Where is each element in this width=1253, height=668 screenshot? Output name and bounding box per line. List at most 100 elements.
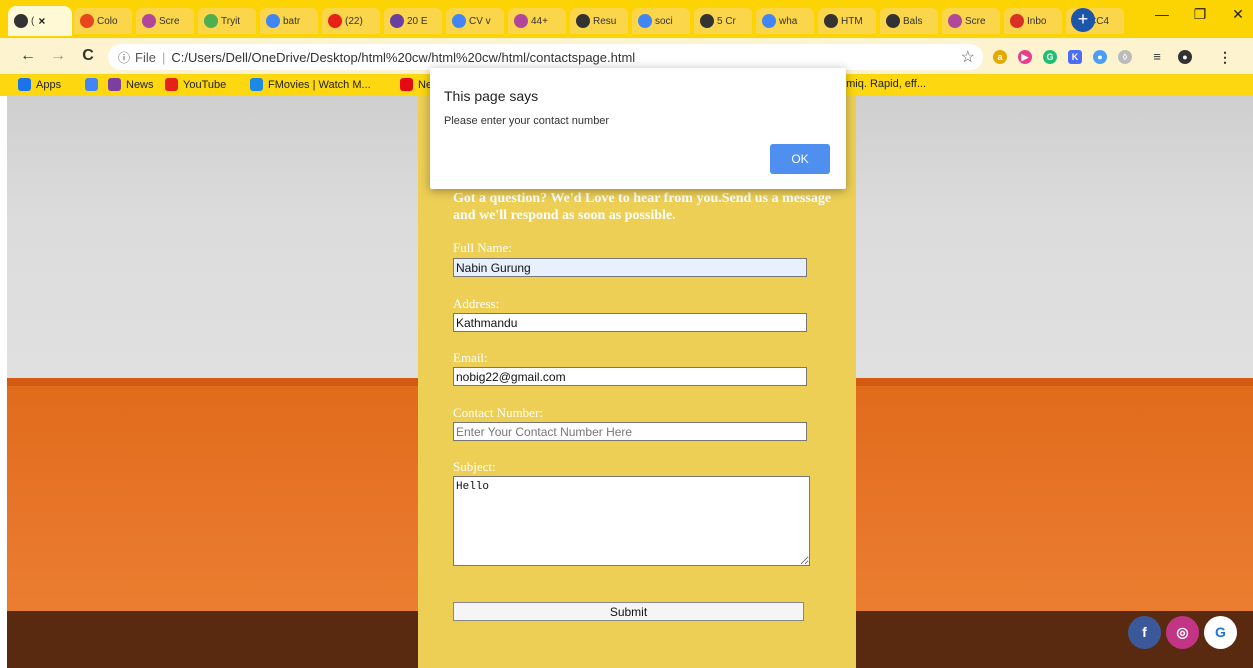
tab-favicon-icon: [328, 14, 342, 28]
tab-favicon-icon: [204, 14, 218, 28]
browser-tab[interactable]: 20 E: [384, 8, 442, 34]
dialog-title: This page says: [444, 88, 539, 104]
bookmark-star-icon[interactable]: ☆: [961, 47, 975, 67]
browser-tab[interactable]: HTM: [818, 8, 876, 34]
tab-favicon-icon: [266, 14, 280, 28]
tab-label: 44+: [531, 15, 548, 27]
tab-favicon-icon: [452, 14, 466, 28]
tab-favicon-icon: [14, 14, 28, 28]
tab-favicon-icon: [514, 14, 528, 28]
contact-number-input[interactable]: [453, 422, 807, 441]
tab-label: 5 Cr: [717, 15, 736, 27]
bookmark-label: YouTube: [183, 78, 227, 91]
tab-label: wha: [779, 15, 798, 27]
extension-icon[interactable]: ▶: [1018, 50, 1032, 64]
browser-tab[interactable]: (22): [322, 8, 380, 34]
bookmark-item[interactable]: Apps: [18, 78, 61, 91]
tab-label: 20 E: [407, 15, 428, 27]
browser-tab[interactable]: CV v: [446, 8, 504, 34]
tab-favicon-icon: [142, 14, 156, 28]
browser-tab[interactable]: Scre: [942, 8, 1000, 34]
tab-label: soci: [655, 15, 673, 27]
extension-icon[interactable]: K: [1068, 50, 1082, 64]
browser-tab[interactable]: Tryit: [198, 8, 256, 34]
facebook-icon[interactable]: f: [1128, 616, 1161, 649]
bookmark-favicon-icon: [250, 78, 263, 91]
minimize-icon[interactable]: —: [1148, 6, 1176, 22]
back-arrow-icon[interactable]: ←: [18, 46, 38, 66]
tab-label: Scre: [965, 15, 986, 27]
extension-icon[interactable]: a: [993, 50, 1007, 64]
tab-label: Resu: [593, 15, 617, 27]
bookmark-item[interactable]: [85, 78, 103, 91]
menu-kebab-icon[interactable]: ⋮: [1218, 50, 1232, 64]
bookmark-label: Apps: [36, 78, 62, 91]
reading-list-icon[interactable]: ≡: [1150, 50, 1164, 64]
bookmark-item[interactable]: YouTube: [165, 78, 226, 91]
browser-tab[interactable]: Scre: [136, 8, 194, 34]
tab-label: Tryit: [221, 15, 241, 27]
extension-icon[interactable]: ◊: [1118, 50, 1132, 64]
browser-tab[interactable]: batr: [260, 8, 318, 34]
bookmark-favicon-icon: [18, 78, 31, 91]
profile-avatar[interactable]: ●: [1178, 50, 1192, 64]
full-name-input[interactable]: [453, 258, 807, 277]
tab-favicon-icon: [762, 14, 776, 28]
browser-tab[interactable]: Inbo: [1004, 8, 1062, 34]
tab-label: (22): [345, 15, 363, 27]
email-input[interactable]: [453, 367, 807, 386]
tab-favicon-icon: [576, 14, 590, 28]
tab-strip: ( × Colo Scre Tryit batr (22) 20 E CV v 44+ Resu s…: [0, 0, 1253, 38]
forward-arrow-icon[interactable]: →: [48, 46, 68, 66]
address-bar[interactable]: ⓘ File | C:/Users/Dell/OneDrive/Desktop/…: [108, 44, 983, 70]
browser-tab[interactable]: Colo: [74, 8, 132, 34]
new-tab-button[interactable]: +: [1071, 8, 1095, 32]
tab-label: HTM: [841, 15, 863, 27]
tab-label: (: [31, 15, 35, 27]
bookmark-favicon-icon: [165, 78, 178, 91]
address-input[interactable]: [453, 313, 807, 332]
tab-favicon-icon: [390, 14, 404, 28]
bookmark-item[interactable]: FMovies | Watch M...: [250, 78, 371, 91]
browser-tab[interactable]: 44+: [508, 8, 566, 34]
tab-favicon-icon: [638, 14, 652, 28]
info-icon[interactable]: ⓘ: [118, 49, 130, 66]
tab-favicon-icon: [824, 14, 838, 28]
contact-number-label: Contact Number:: [453, 405, 543, 420]
tab-label: Inbo: [1027, 15, 1047, 27]
bookmark-label: FMovies | Watch M...: [268, 78, 371, 91]
browser-tab-active[interactable]: ( ×: [8, 6, 72, 36]
browser-tab[interactable]: soci: [632, 8, 690, 34]
close-window-icon[interactable]: ✕: [1224, 6, 1252, 23]
bookmark-favicon-icon: [85, 78, 98, 91]
subject-textarea[interactable]: Hello: [453, 476, 810, 566]
reload-icon[interactable]: C: [78, 46, 98, 66]
extension-icon[interactable]: G: [1043, 50, 1057, 64]
form-intro-text: Got a question? We'd Love to hear from y…: [453, 191, 832, 223]
bookmark-item[interactable]: Ne: [400, 78, 432, 91]
tab-favicon-icon: [80, 14, 94, 28]
alert-dialog: This page says Please enter your contact…: [430, 68, 846, 189]
submit-button[interactable]: Submit: [453, 602, 804, 621]
restore-icon[interactable]: ❐: [1186, 6, 1214, 23]
bookmark-favicon-icon: [108, 78, 121, 91]
instagram-icon[interactable]: ◎: [1166, 616, 1199, 649]
dialog-message: Please enter your contact number: [444, 115, 610, 127]
bookmark-item[interactable]: amiq. Rapid, eff...: [840, 78, 926, 90]
browser-tab[interactable]: 5 Cr: [694, 8, 752, 34]
browser-tab[interactable]: wha: [756, 8, 814, 34]
tab-close-icon[interactable]: ×: [38, 14, 45, 28]
bookmark-item[interactable]: News: [108, 78, 154, 91]
tab-favicon-icon: [948, 14, 962, 28]
url-scheme: File: [135, 49, 156, 65]
extension-icon[interactable]: ●: [1093, 50, 1107, 64]
dialog-ok-button[interactable]: OK: [770, 144, 830, 174]
tab-favicon-icon: [1010, 14, 1024, 28]
browser-tab[interactable]: Bals: [880, 8, 938, 34]
tab-favicon-icon: [700, 14, 714, 28]
google-icon[interactable]: G: [1204, 616, 1237, 649]
full-name-label: Full Name:: [453, 240, 512, 255]
tab-label: CV v: [469, 15, 491, 27]
browser-tab[interactable]: Resu: [570, 8, 628, 34]
bookmark-label: amiq. Rapid, eff...: [840, 78, 927, 90]
